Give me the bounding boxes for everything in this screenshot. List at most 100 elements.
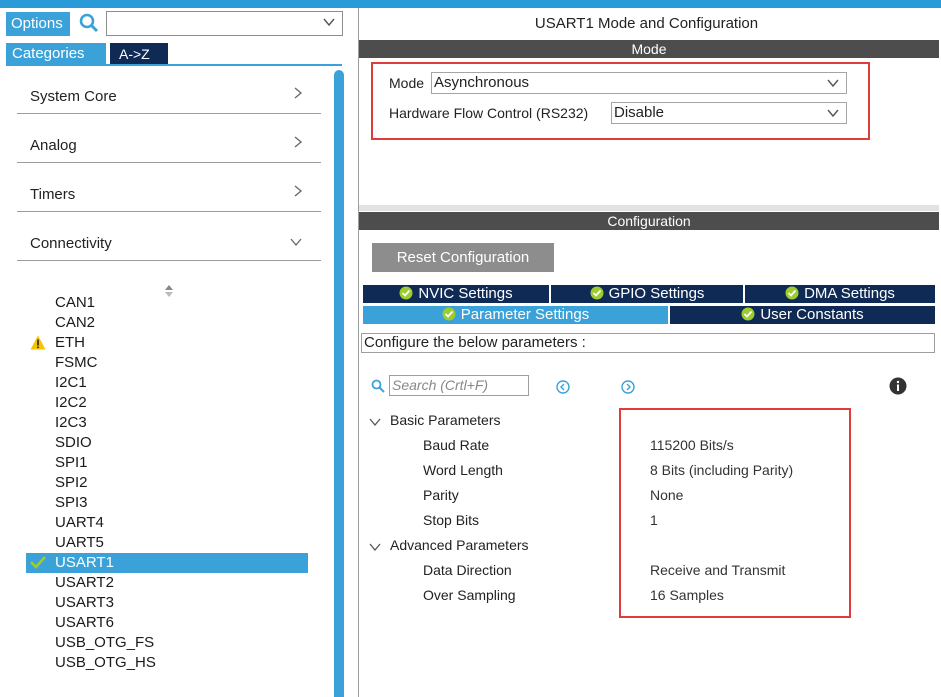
flow-control-select[interactable]: Disable	[611, 102, 847, 124]
chevron-down-icon[interactable]	[369, 414, 381, 430]
tab-a-to-z[interactable]: A->Z	[110, 43, 168, 65]
category-system-core[interactable]: System Core	[17, 78, 321, 114]
list-item-usart3[interactable]: USART3	[26, 593, 308, 613]
reset-configuration-button[interactable]: Reset Configuration	[372, 243, 554, 272]
instruction-text: Configure the below parameters :	[361, 333, 935, 353]
param-data-direction-value[interactable]: Receive and Transmit	[650, 562, 785, 578]
peripheral-label: I2C1	[55, 374, 87, 391]
mode-select[interactable]: Asynchronous	[431, 72, 847, 94]
list-item-uart4[interactable]: UART4	[26, 513, 308, 533]
check-circle-icon	[442, 307, 456, 326]
param-baud-rate-value[interactable]: 115200 Bits/s	[650, 437, 734, 453]
category-connectivity[interactable]: Connectivity	[17, 225, 321, 261]
chevron-down-icon	[826, 106, 840, 126]
peripheral-label: SDIO	[55, 434, 92, 451]
peripheral-label: USART6	[55, 614, 114, 631]
param-baud-rate-name: Baud Rate	[423, 437, 490, 453]
mode-section-header: Mode	[359, 40, 939, 58]
check-circle-icon	[590, 286, 604, 305]
list-item-uart5[interactable]: UART5	[26, 533, 308, 553]
param-over-sampling-name: Over Sampling	[423, 587, 516, 603]
list-item-spi1[interactable]: SPI1	[26, 453, 308, 473]
list-item-usb-otg-hs[interactable]: USB_OTG_HS	[26, 653, 308, 673]
list-item-eth[interactable]: ETH	[26, 333, 308, 353]
chevron-right-icon	[293, 135, 303, 152]
list-item-spi3[interactable]: SPI3	[26, 493, 308, 513]
list-item-fsmc[interactable]: FSMC	[26, 353, 308, 373]
top-accent-bar	[0, 0, 941, 8]
param-word-length-name: Word Length	[423, 462, 503, 478]
right-panel: USART1 Mode and Configuration Mode Mode …	[358, 8, 941, 697]
page-title: USART1 Mode and Configuration	[534, 15, 759, 32]
list-item-usart2[interactable]: USART2	[26, 573, 308, 593]
scrollbar[interactable]	[334, 70, 344, 697]
chevron-down-icon[interactable]	[369, 539, 381, 555]
list-item-usart1[interactable]: USART1	[26, 553, 308, 573]
tab-label: Parameter Settings	[460, 306, 590, 323]
param-stop-bits-name: Stop Bits	[423, 512, 480, 528]
peripheral-label: SPI3	[55, 494, 88, 511]
param-over-sampling-value[interactable]: 16 Samples	[650, 587, 724, 603]
group-advanced-parameters[interactable]: Advanced Parameters	[390, 537, 529, 553]
tab-gpio-settings[interactable]: GPIO Settings	[551, 285, 743, 303]
list-item-usb-otg-fs[interactable]: USB_OTG_FS	[26, 633, 308, 653]
panel-divider	[359, 205, 939, 211]
list-item-can2[interactable]: CAN2	[26, 313, 308, 333]
list-item-sdio[interactable]: SDIO	[26, 433, 308, 453]
tab-nvic-settings[interactable]: NVIC Settings	[363, 285, 549, 303]
list-item-i2c3[interactable]: I2C3	[26, 413, 308, 433]
tab-underline	[6, 64, 342, 66]
check-icon	[30, 555, 46, 572]
check-circle-icon	[741, 307, 755, 326]
search-icon[interactable]	[371, 379, 385, 396]
category-label: Timers	[30, 186, 76, 203]
list-item-spi2[interactable]: SPI2	[26, 473, 308, 493]
tab-label: DMA Settings	[804, 285, 895, 302]
list-item-can1[interactable]: CAN1	[26, 293, 308, 313]
previous-icon[interactable]	[556, 380, 570, 397]
peripheral-label: CAN2	[55, 314, 96, 331]
tab-label: NVIC Settings	[418, 285, 513, 302]
category-label: Connectivity	[30, 235, 112, 252]
warning-icon	[30, 335, 46, 353]
peripheral-label: UART5	[55, 534, 104, 551]
flow-control-select-value: Disable	[614, 104, 665, 121]
parameter-search-input[interactable]: Search (Crtl+F)	[389, 375, 529, 396]
list-item-i2c2[interactable]: I2C2	[26, 393, 308, 413]
tab-user-constants[interactable]: User Constants	[670, 306, 935, 324]
chevron-right-icon	[293, 86, 303, 103]
list-item-i2c1[interactable]: I2C1	[26, 373, 308, 393]
left-panel: Options Categories A->Z System Core Anal…	[0, 8, 346, 697]
info-icon[interactable]	[889, 377, 907, 398]
chevron-down-icon	[289, 234, 303, 250]
category-analog[interactable]: Analog	[17, 127, 321, 163]
chevron-down-icon[interactable]	[322, 15, 336, 32]
list-item-usart6[interactable]: USART6	[26, 613, 308, 633]
next-icon[interactable]	[621, 380, 635, 397]
group-basic-parameters[interactable]: Basic Parameters	[390, 412, 500, 428]
peripheral-label: I2C2	[55, 394, 87, 411]
param-parity-name: Parity	[423, 487, 459, 503]
peripheral-label: CAN1	[55, 294, 96, 311]
param-parity-value[interactable]: None	[650, 487, 683, 503]
peripheral-label: UART4	[55, 514, 104, 531]
peripheral-search-input[interactable]	[106, 11, 343, 36]
param-data-direction-name: Data Direction	[423, 562, 512, 578]
tab-categories[interactable]: Categories	[6, 43, 106, 65]
check-circle-icon	[785, 286, 799, 305]
param-word-length-value[interactable]: 8 Bits (including Parity)	[650, 462, 793, 478]
tab-dma-settings[interactable]: DMA Settings	[745, 285, 935, 303]
peripheral-label: USART2	[55, 574, 114, 591]
peripheral-label: I2C3	[55, 414, 87, 431]
peripheral-label: USB_OTG_FS	[55, 634, 155, 651]
category-timers[interactable]: Timers	[17, 176, 321, 212]
peripheral-label: USART3	[55, 594, 114, 611]
param-stop-bits-value[interactable]: 1	[650, 512, 658, 528]
options-button[interactable]: Options	[6, 12, 70, 36]
configuration-section-header: Configuration	[359, 212, 939, 230]
category-label: Analog	[30, 137, 77, 154]
mode-label: Mode	[389, 75, 425, 91]
search-icon[interactable]	[78, 12, 104, 36]
tab-parameter-settings[interactable]: Parameter Settings	[363, 306, 668, 324]
check-circle-icon	[399, 286, 413, 305]
